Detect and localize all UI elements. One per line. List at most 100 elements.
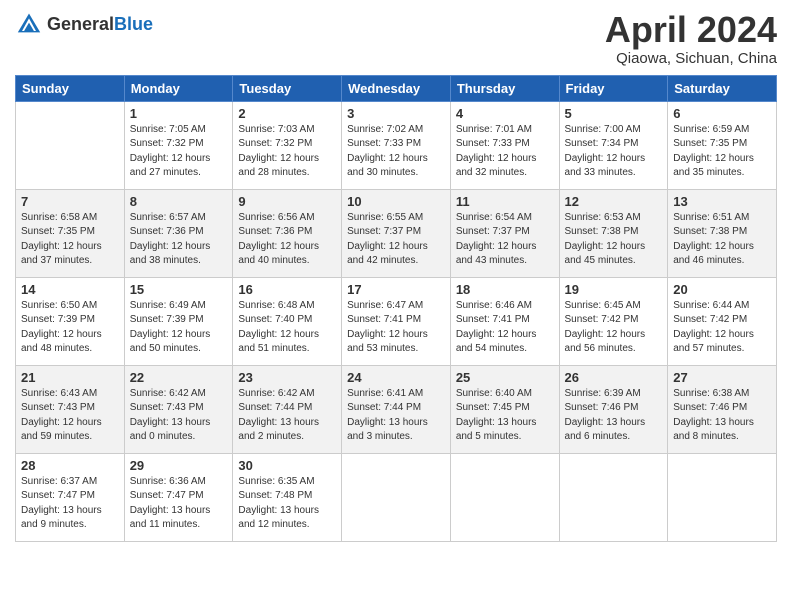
- header-tuesday: Tuesday: [233, 75, 342, 101]
- header-sunday: Sunday: [16, 75, 125, 101]
- day-number: 23: [238, 370, 336, 385]
- day-info: Sunrise: 6:36 AM Sunset: 7:47 PM Dayligh…: [130, 475, 228, 533]
- day-number: 15: [130, 282, 228, 297]
- day-number: 17: [347, 282, 445, 297]
- day-number: 18: [456, 282, 554, 297]
- table-row: 16 Sunrise: 6:48 AM Sunset: 7:40 PM Dayli…: [233, 277, 342, 365]
- day-info: Sunrise: 6:49 AM Sunset: 7:39 PM Dayligh…: [130, 299, 228, 357]
- day-number: 7: [21, 194, 119, 209]
- table-row: 25 Sunrise: 6:40 AM Sunset: 7:45 PM Dayli…: [450, 365, 559, 453]
- header-thursday: Thursday: [450, 75, 559, 101]
- day-number: 19: [565, 282, 663, 297]
- table-row: 21 Sunrise: 6:43 AM Sunset: 7:43 PM Dayli…: [16, 365, 125, 453]
- calendar-week-row: 14 Sunrise: 6:50 AM Sunset: 7:39 PM Dayli…: [16, 277, 777, 365]
- day-info: Sunrise: 6:50 AM Sunset: 7:39 PM Dayligh…: [21, 299, 119, 357]
- table-row: [559, 453, 668, 541]
- day-info: Sunrise: 6:55 AM Sunset: 7:37 PM Dayligh…: [347, 211, 445, 269]
- day-number: 27: [673, 370, 771, 385]
- month-title: April 2024: [605, 10, 777, 50]
- table-row: 19Sunrise: 6:45 AM Sunset: 7:42 PM Dayli…: [559, 277, 668, 365]
- day-info: Sunrise: 6:42 AM Sunset: 7:43 PM Dayligh…: [130, 387, 228, 445]
- location-title: Qiaowa, Sichuan, China: [605, 50, 777, 67]
- day-number: 30: [238, 458, 336, 473]
- day-info: Sunrise: 6:42 AM Sunset: 7:44 PM Dayligh…: [238, 387, 336, 445]
- header-wednesday: Wednesday: [342, 75, 451, 101]
- day-number: 22: [130, 370, 228, 385]
- table-row: 13 Sunrise: 6:51 AM Sunset: 7:38 PM Dayli…: [668, 189, 777, 277]
- logo: GeneralBlue: [15, 10, 153, 38]
- table-row: 11 Sunrise: 6:54 AM Sunset: 7:37 PM Dayli…: [450, 189, 559, 277]
- day-info: Sunrise: 6:40 AM Sunset: 7:45 PM Dayligh…: [456, 387, 554, 445]
- table-row: 14 Sunrise: 6:50 AM Sunset: 7:39 PM Dayli…: [16, 277, 125, 365]
- table-row: 28Sunrise: 6:37 AM Sunset: 7:47 PM Dayli…: [16, 453, 125, 541]
- day-number: 13: [673, 194, 771, 209]
- day-number: 28: [21, 458, 119, 473]
- calendar-week-row: 7Sunrise: 6:58 AM Sunset: 7:35 PM Daylig…: [16, 189, 777, 277]
- day-info: Sunrise: 6:53 AM Sunset: 7:38 PM Dayligh…: [565, 211, 663, 269]
- table-row: 20 Sunrise: 6:44 AM Sunset: 7:42 PM Dayli…: [668, 277, 777, 365]
- day-number: 16: [238, 282, 336, 297]
- day-info: Sunrise: 6:48 AM Sunset: 7:40 PM Dayligh…: [238, 299, 336, 357]
- table-row: 10 Sunrise: 6:55 AM Sunset: 7:37 PM Dayli…: [342, 189, 451, 277]
- header-friday: Friday: [559, 75, 668, 101]
- table-row: 27 Sunrise: 6:38 AM Sunset: 7:46 PM Dayli…: [668, 365, 777, 453]
- table-row: 4Sunrise: 7:01 AM Sunset: 7:33 PM Daylig…: [450, 101, 559, 189]
- day-number: 21: [21, 370, 119, 385]
- table-row: [16, 101, 125, 189]
- calendar-week-row: 28Sunrise: 6:37 AM Sunset: 7:47 PM Dayli…: [16, 453, 777, 541]
- day-number: 5: [565, 106, 663, 121]
- table-row: 29 Sunrise: 6:36 AM Sunset: 7:47 PM Dayli…: [124, 453, 233, 541]
- table-row: [450, 453, 559, 541]
- table-row: 15 Sunrise: 6:49 AM Sunset: 7:39 PM Dayli…: [124, 277, 233, 365]
- day-info: Sunrise: 6:38 AM Sunset: 7:46 PM Dayligh…: [673, 387, 771, 445]
- day-info: Sunrise: 7:01 AM Sunset: 7:33 PM Dayligh…: [456, 123, 554, 181]
- day-info: Sunrise: 6:39 AM Sunset: 7:46 PM Dayligh…: [565, 387, 663, 445]
- day-info: Sunrise: 6:57 AM Sunset: 7:36 PM Dayligh…: [130, 211, 228, 269]
- day-number: 11: [456, 194, 554, 209]
- table-row: 17Sunrise: 6:47 AM Sunset: 7:41 PM Dayli…: [342, 277, 451, 365]
- table-row: 22 Sunrise: 6:42 AM Sunset: 7:43 PM Dayli…: [124, 365, 233, 453]
- weekday-header-row: Sunday Monday Tuesday Wednesday Thursday…: [16, 75, 777, 101]
- day-info: Sunrise: 7:05 AM Sunset: 7:32 PM Dayligh…: [130, 123, 228, 181]
- day-number: 9: [238, 194, 336, 209]
- day-info: Sunrise: 6:41 AM Sunset: 7:44 PM Dayligh…: [347, 387, 445, 445]
- table-row: 2 Sunrise: 7:03 AM Sunset: 7:32 PM Daylig…: [233, 101, 342, 189]
- day-number: 1: [130, 106, 228, 121]
- logo-general-text: General: [47, 14, 114, 35]
- day-info: Sunrise: 6:44 AM Sunset: 7:42 PM Dayligh…: [673, 299, 771, 357]
- day-number: 25: [456, 370, 554, 385]
- table-row: 6 Sunrise: 6:59 AM Sunset: 7:35 PM Daylig…: [668, 101, 777, 189]
- day-info: Sunrise: 7:03 AM Sunset: 7:32 PM Dayligh…: [238, 123, 336, 181]
- table-row: 1 Sunrise: 7:05 AM Sunset: 7:32 PM Daylig…: [124, 101, 233, 189]
- day-number: 14: [21, 282, 119, 297]
- day-info: Sunrise: 7:02 AM Sunset: 7:33 PM Dayligh…: [347, 123, 445, 181]
- day-info: Sunrise: 6:54 AM Sunset: 7:37 PM Dayligh…: [456, 211, 554, 269]
- calendar-week-row: 21 Sunrise: 6:43 AM Sunset: 7:43 PM Dayli…: [16, 365, 777, 453]
- day-number: 2: [238, 106, 336, 121]
- header-monday: Monday: [124, 75, 233, 101]
- day-info: Sunrise: 6:43 AM Sunset: 7:43 PM Dayligh…: [21, 387, 119, 445]
- day-info: Sunrise: 7:00 AM Sunset: 7:34 PM Dayligh…: [565, 123, 663, 181]
- table-row: 24Sunrise: 6:41 AM Sunset: 7:44 PM Dayli…: [342, 365, 451, 453]
- day-info: Sunrise: 6:56 AM Sunset: 7:36 PM Dayligh…: [238, 211, 336, 269]
- day-number: 29: [130, 458, 228, 473]
- day-number: 3: [347, 106, 445, 121]
- day-number: 6: [673, 106, 771, 121]
- table-row: 8 Sunrise: 6:57 AM Sunset: 7:36 PM Daylig…: [124, 189, 233, 277]
- day-number: 10: [347, 194, 445, 209]
- day-number: 8: [130, 194, 228, 209]
- title-block: April 2024 Qiaowa, Sichuan, China: [605, 10, 777, 67]
- day-info: Sunrise: 6:51 AM Sunset: 7:38 PM Dayligh…: [673, 211, 771, 269]
- day-info: Sunrise: 6:35 AM Sunset: 7:48 PM Dayligh…: [238, 475, 336, 533]
- table-row: 12Sunrise: 6:53 AM Sunset: 7:38 PM Dayli…: [559, 189, 668, 277]
- table-row: [342, 453, 451, 541]
- table-row: 3 Sunrise: 7:02 AM Sunset: 7:33 PM Daylig…: [342, 101, 451, 189]
- logo-blue-text: Blue: [114, 14, 153, 35]
- table-row: 23 Sunrise: 6:42 AM Sunset: 7:44 PM Dayli…: [233, 365, 342, 453]
- header-saturday: Saturday: [668, 75, 777, 101]
- day-info: Sunrise: 6:59 AM Sunset: 7:35 PM Dayligh…: [673, 123, 771, 181]
- day-number: 20: [673, 282, 771, 297]
- table-row: 7Sunrise: 6:58 AM Sunset: 7:35 PM Daylig…: [16, 189, 125, 277]
- logo-icon: [15, 10, 43, 38]
- calendar-week-row: 1 Sunrise: 7:05 AM Sunset: 7:32 PM Daylig…: [16, 101, 777, 189]
